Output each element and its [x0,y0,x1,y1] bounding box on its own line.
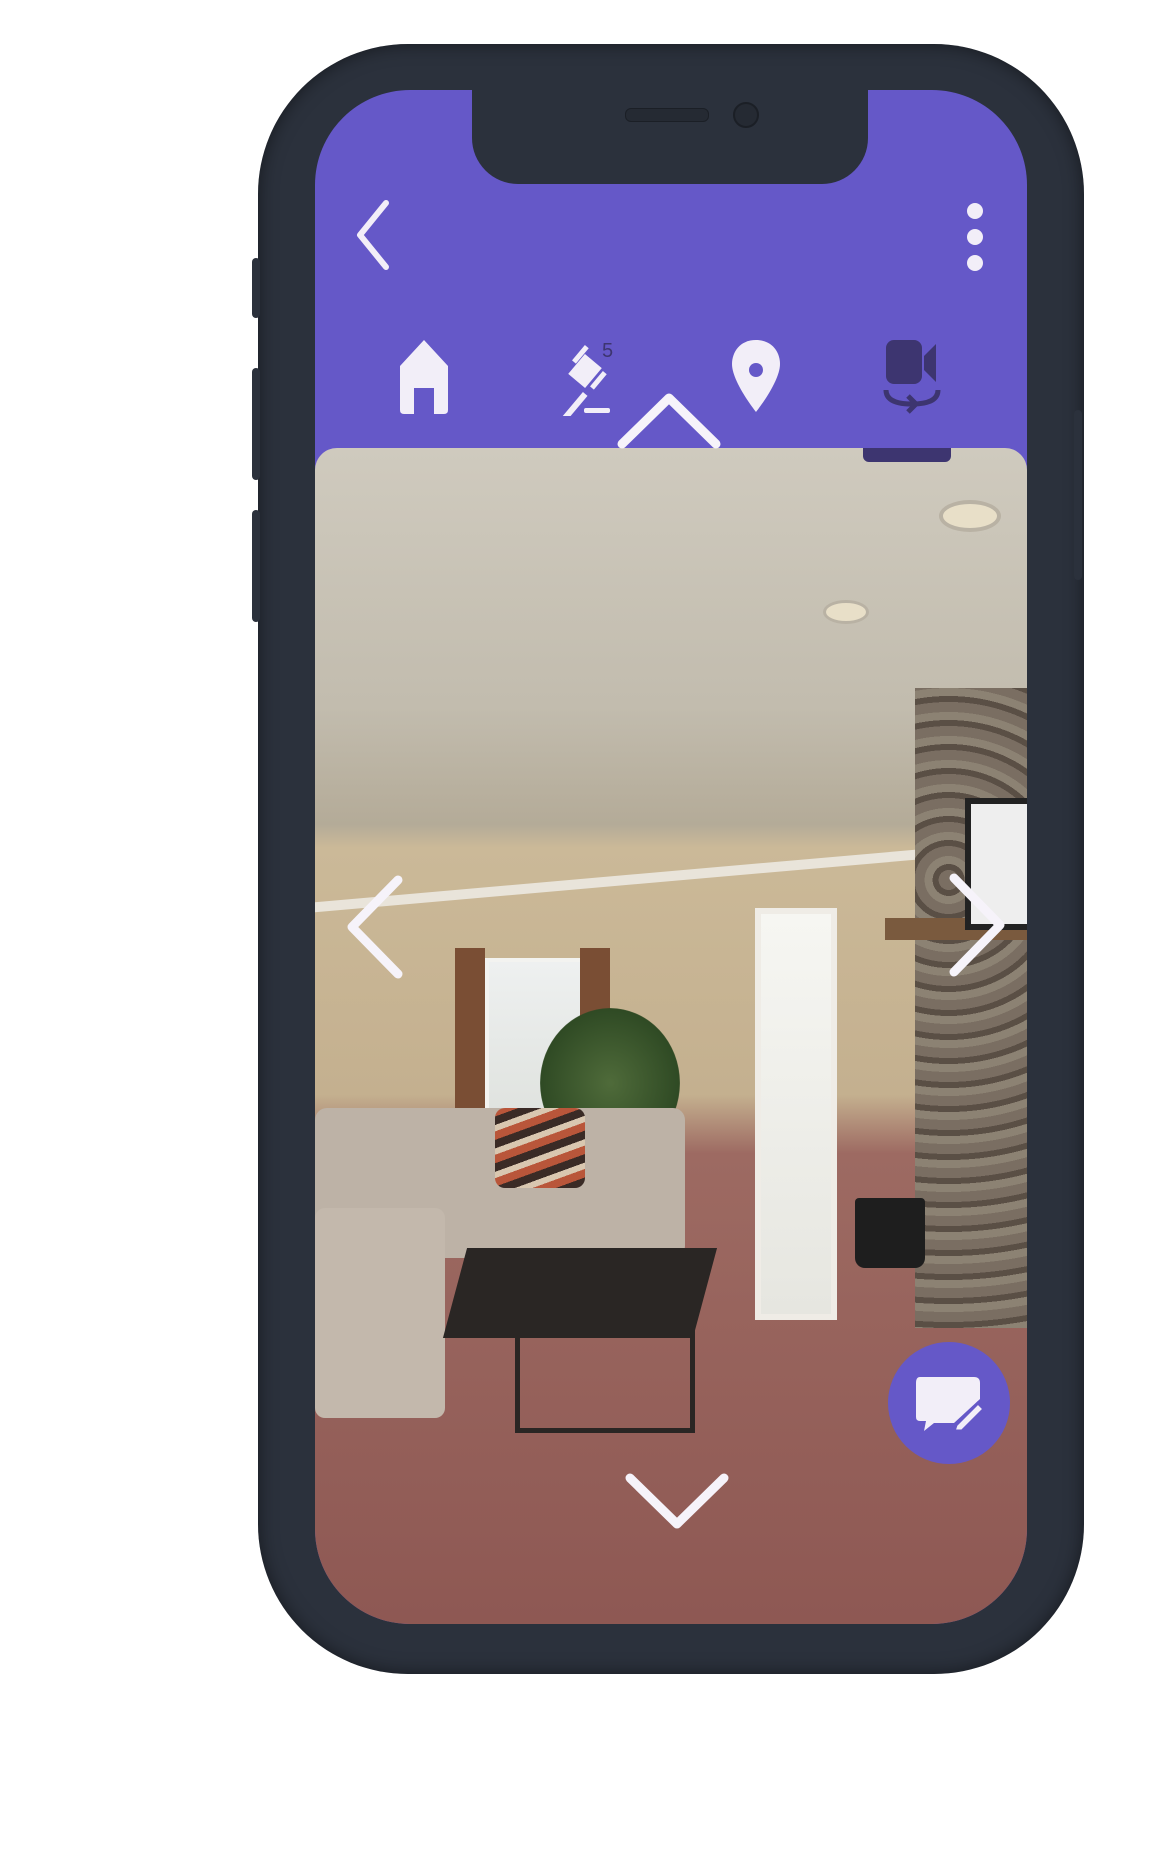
tab-location[interactable] [728,336,784,416]
arrow-up-icon[interactable] [614,388,724,452]
active-tab-indicator [863,448,951,462]
notch [472,84,868,184]
speaker [625,108,709,122]
phone-side-button [252,510,260,622]
phone-side-button [1074,410,1082,580]
more-vertical-icon[interactable] [958,195,992,279]
comment-button[interactable] [888,1342,1010,1464]
tab-virtual-tour[interactable] [882,336,946,416]
auction-count-badge: 5 [602,340,614,362]
phone-side-button [252,258,260,318]
front-camera [733,102,759,128]
chat-edit-icon [916,1377,984,1433]
chevron-left-icon[interactable] [352,195,398,275]
tab-home[interactable] [396,336,452,416]
phone-side-button [252,368,260,480]
arrow-left-icon[interactable] [342,872,406,982]
arrow-down-icon[interactable] [622,1470,732,1534]
arrow-right-icon[interactable] [946,870,1010,980]
